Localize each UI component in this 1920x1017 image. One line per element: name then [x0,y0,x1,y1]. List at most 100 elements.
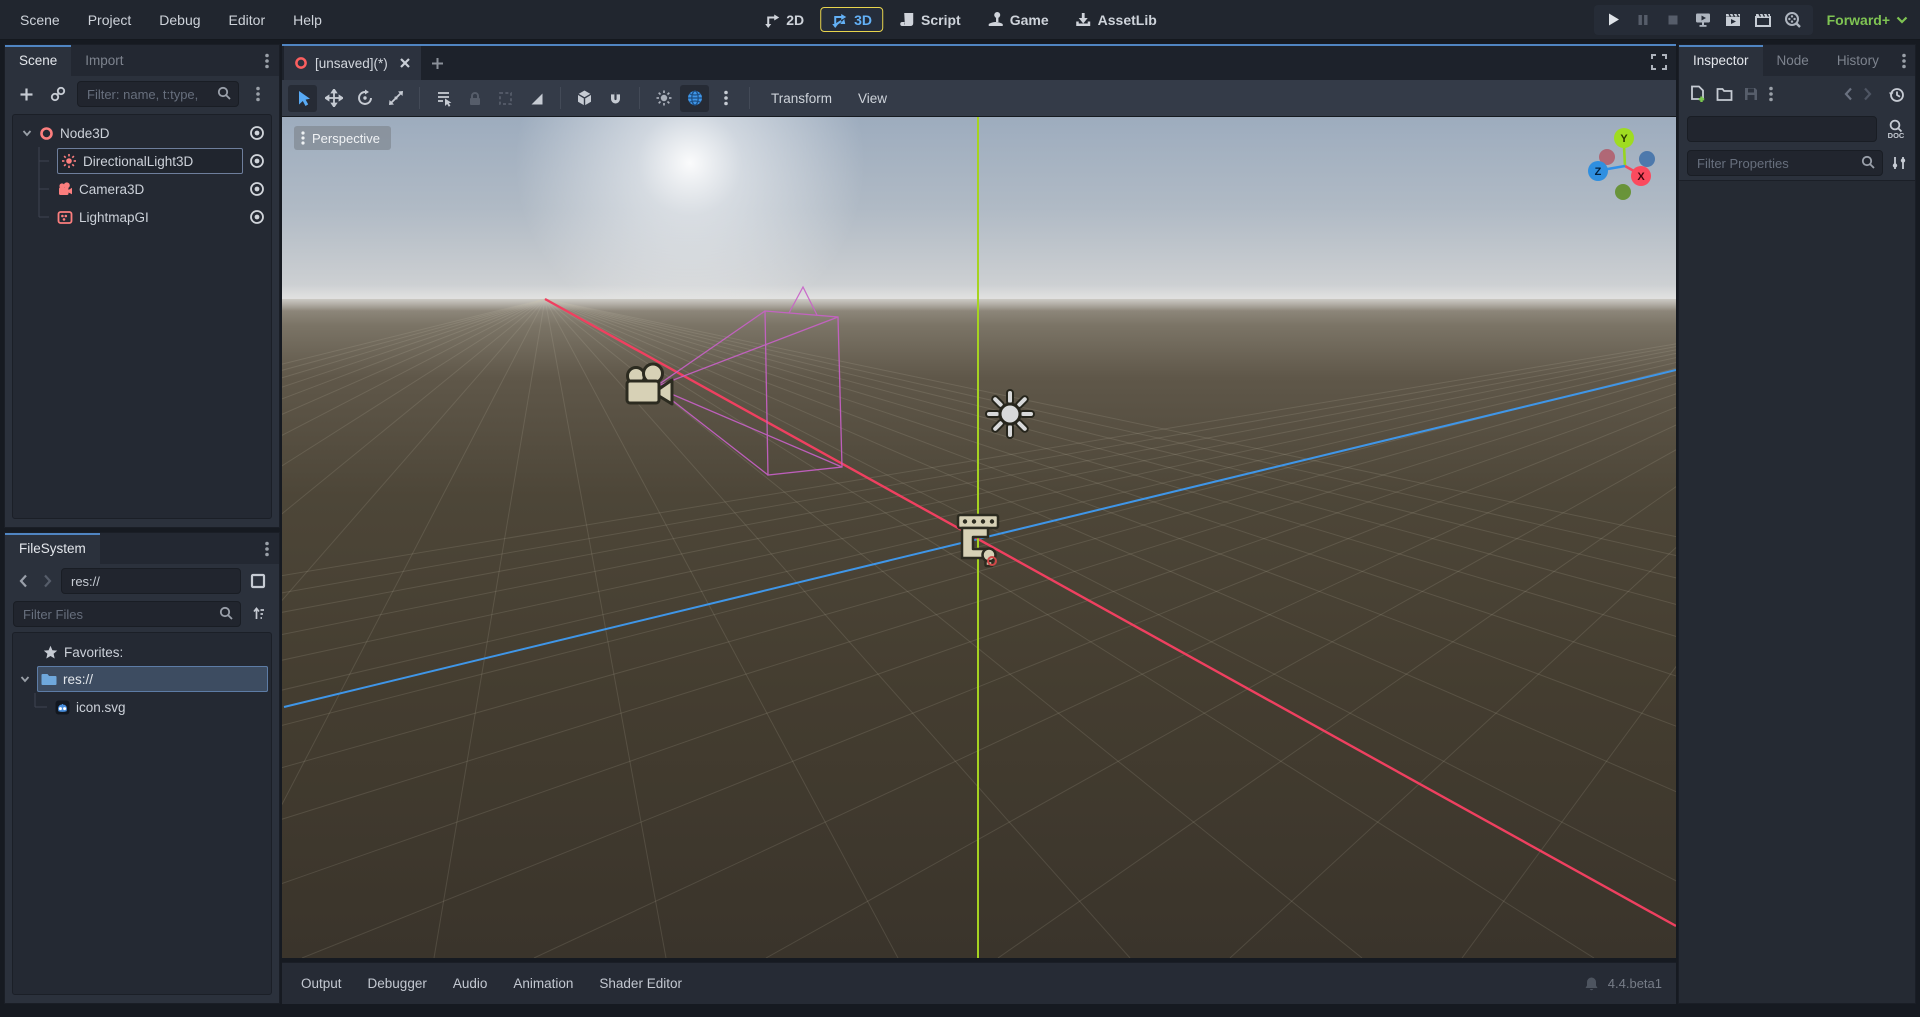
menu-editor[interactable]: Editor [215,0,280,39]
group-selected-icon[interactable] [491,85,520,112]
favorites-row[interactable]: Favorites: [13,639,271,665]
panel-output[interactable]: Output [288,963,355,1004]
stop-button[interactable] [1660,7,1687,33]
axis-neg-z-ball[interactable] [1639,151,1655,167]
tree-row-camera3d[interactable]: Camera3D [13,175,271,203]
fs-row-icon-svg[interactable]: icon.svg [13,693,271,721]
scene-panel-menu-icon[interactable] [255,45,279,76]
resource-options-icon[interactable] [1769,86,1773,102]
menu-help[interactable]: Help [279,0,336,39]
preview-environment-icon[interactable] [680,85,709,112]
tree-row-node3d[interactable]: Node3D [13,119,271,147]
select-tool-icon[interactable] [288,85,317,112]
filesystem-menu-icon[interactable] [255,533,279,564]
split-dock-icon[interactable] [245,568,271,594]
visibility-toggle-icon[interactable] [249,209,265,225]
scene-tab-strip: [unsaved](*) [282,46,1676,80]
tree-row-directionallight3d[interactable]: DirectionalLight3D [13,147,271,175]
pause-button[interactable] [1630,7,1657,33]
inspector-filter-input[interactable] [1687,150,1883,176]
local-space-icon[interactable] [570,85,599,112]
separator [560,87,561,109]
edit-forward-icon[interactable] [1863,87,1872,101]
viewport-3d[interactable]: Y X Z Perspective [282,117,1676,958]
lock-selected-icon[interactable] [460,85,489,112]
movie-maker-icon[interactable] [1780,7,1807,33]
tab-scene[interactable]: Scene [5,45,71,76]
playback-controls [1594,5,1813,35]
ruler-tool-icon[interactable] [522,85,551,112]
notification-bell-icon[interactable] [1584,976,1599,992]
fs-filter [13,601,241,627]
tab-filesystem[interactable]: FileSystem [5,533,100,564]
tab-import[interactable]: Import [71,45,137,76]
panel-shader-editor[interactable]: Shader Editor [586,963,695,1004]
distraction-free-icon[interactable] [1650,53,1668,71]
switch-2d-button[interactable]: 2D [753,8,814,31]
perspective-menu[interactable]: Perspective [294,126,391,150]
remote-debug-icon[interactable] [1690,7,1717,33]
tab-history[interactable]: History [1823,45,1893,76]
view-menu[interactable]: View [846,80,899,116]
tree-row-lightmapgi[interactable]: LightmapGI [13,203,271,231]
doc-search-icon[interactable]: DOC [1885,118,1907,140]
directionallight3d-gizmo-icon[interactable] [989,393,1031,435]
panel-audio[interactable]: Audio [440,963,501,1004]
list-select-tool-icon[interactable] [429,85,458,112]
panel-animation[interactable]: Animation [500,963,586,1004]
visibility-toggle-icon[interactable] [249,125,265,141]
history-forward-icon[interactable] [37,568,57,594]
scene-tree-options-icon[interactable] [245,81,271,107]
add-node-button[interactable] [13,81,39,107]
menu-project[interactable]: Project [74,0,146,39]
preview-sunlight-icon[interactable] [649,85,678,112]
play-custom-scene-button[interactable] [1750,7,1777,33]
new-scene-tab-icon[interactable] [421,46,455,80]
save-resource-icon[interactable] [1743,86,1759,102]
tab-inspector[interactable]: Inspector [1679,45,1763,76]
fs-filter-input[interactable] [13,601,241,627]
switch-script-button[interactable]: Script [889,8,971,31]
script-icon [899,11,915,28]
scene-filter-input[interactable] [77,81,239,107]
axis-neg-y-ball[interactable] [1615,184,1631,200]
scene-tab-unsaved[interactable]: [unsaved](*) [284,46,421,80]
viewport-options-icon[interactable] [711,85,740,112]
node3d-icon [39,126,54,141]
edit-back-icon[interactable] [1844,87,1853,101]
inspector-menu-icon[interactable] [1893,45,1915,76]
menu-debug[interactable]: Debug [145,0,214,39]
new-resource-icon[interactable] [1689,85,1706,103]
tab-node[interactable]: Node [1763,45,1823,76]
scale-tool-icon[interactable] [381,85,410,112]
play-scene-button[interactable] [1720,7,1747,33]
filesystem-panel: FileSystem Favorites: [4,532,280,1004]
transform-menu[interactable]: Transform [759,80,844,116]
collapse-arrow-icon[interactable] [19,673,31,685]
fs-path-input[interactable] [61,568,241,594]
edit-history-icon[interactable] [1888,86,1905,103]
visibility-toggle-icon[interactable] [249,181,265,197]
menu-scene[interactable]: Scene [6,0,74,39]
rotate-tool-icon[interactable] [350,85,379,112]
play-button[interactable] [1600,7,1627,33]
scene-panel-tabs: Scene Import [5,45,279,76]
instance-scene-icon[interactable] [45,81,71,107]
property-tools-icon[interactable] [1891,155,1907,171]
switch-game-button[interactable]: Game [977,8,1059,31]
load-resource-icon[interactable] [1716,87,1733,102]
panel-debugger[interactable]: Debugger [355,963,440,1004]
fs-row-res-root[interactable]: res:// [13,665,271,693]
sort-files-icon[interactable] [245,601,271,627]
renderer-dropdown[interactable]: Forward+ [1823,12,1912,28]
snap-toggle-icon[interactable] [601,85,630,112]
visibility-toggle-icon[interactable] [249,153,265,169]
folder-icon [41,672,57,686]
close-tab-icon[interactable] [399,57,411,69]
switch-3d-button[interactable]: 3D [820,7,883,32]
switch-assetlib-button[interactable]: AssetLib [1065,8,1167,31]
edited-object-field[interactable] [1687,116,1877,142]
collapse-arrow-icon[interactable] [21,127,33,139]
history-back-icon[interactable] [13,568,33,594]
move-tool-icon[interactable] [319,85,348,112]
